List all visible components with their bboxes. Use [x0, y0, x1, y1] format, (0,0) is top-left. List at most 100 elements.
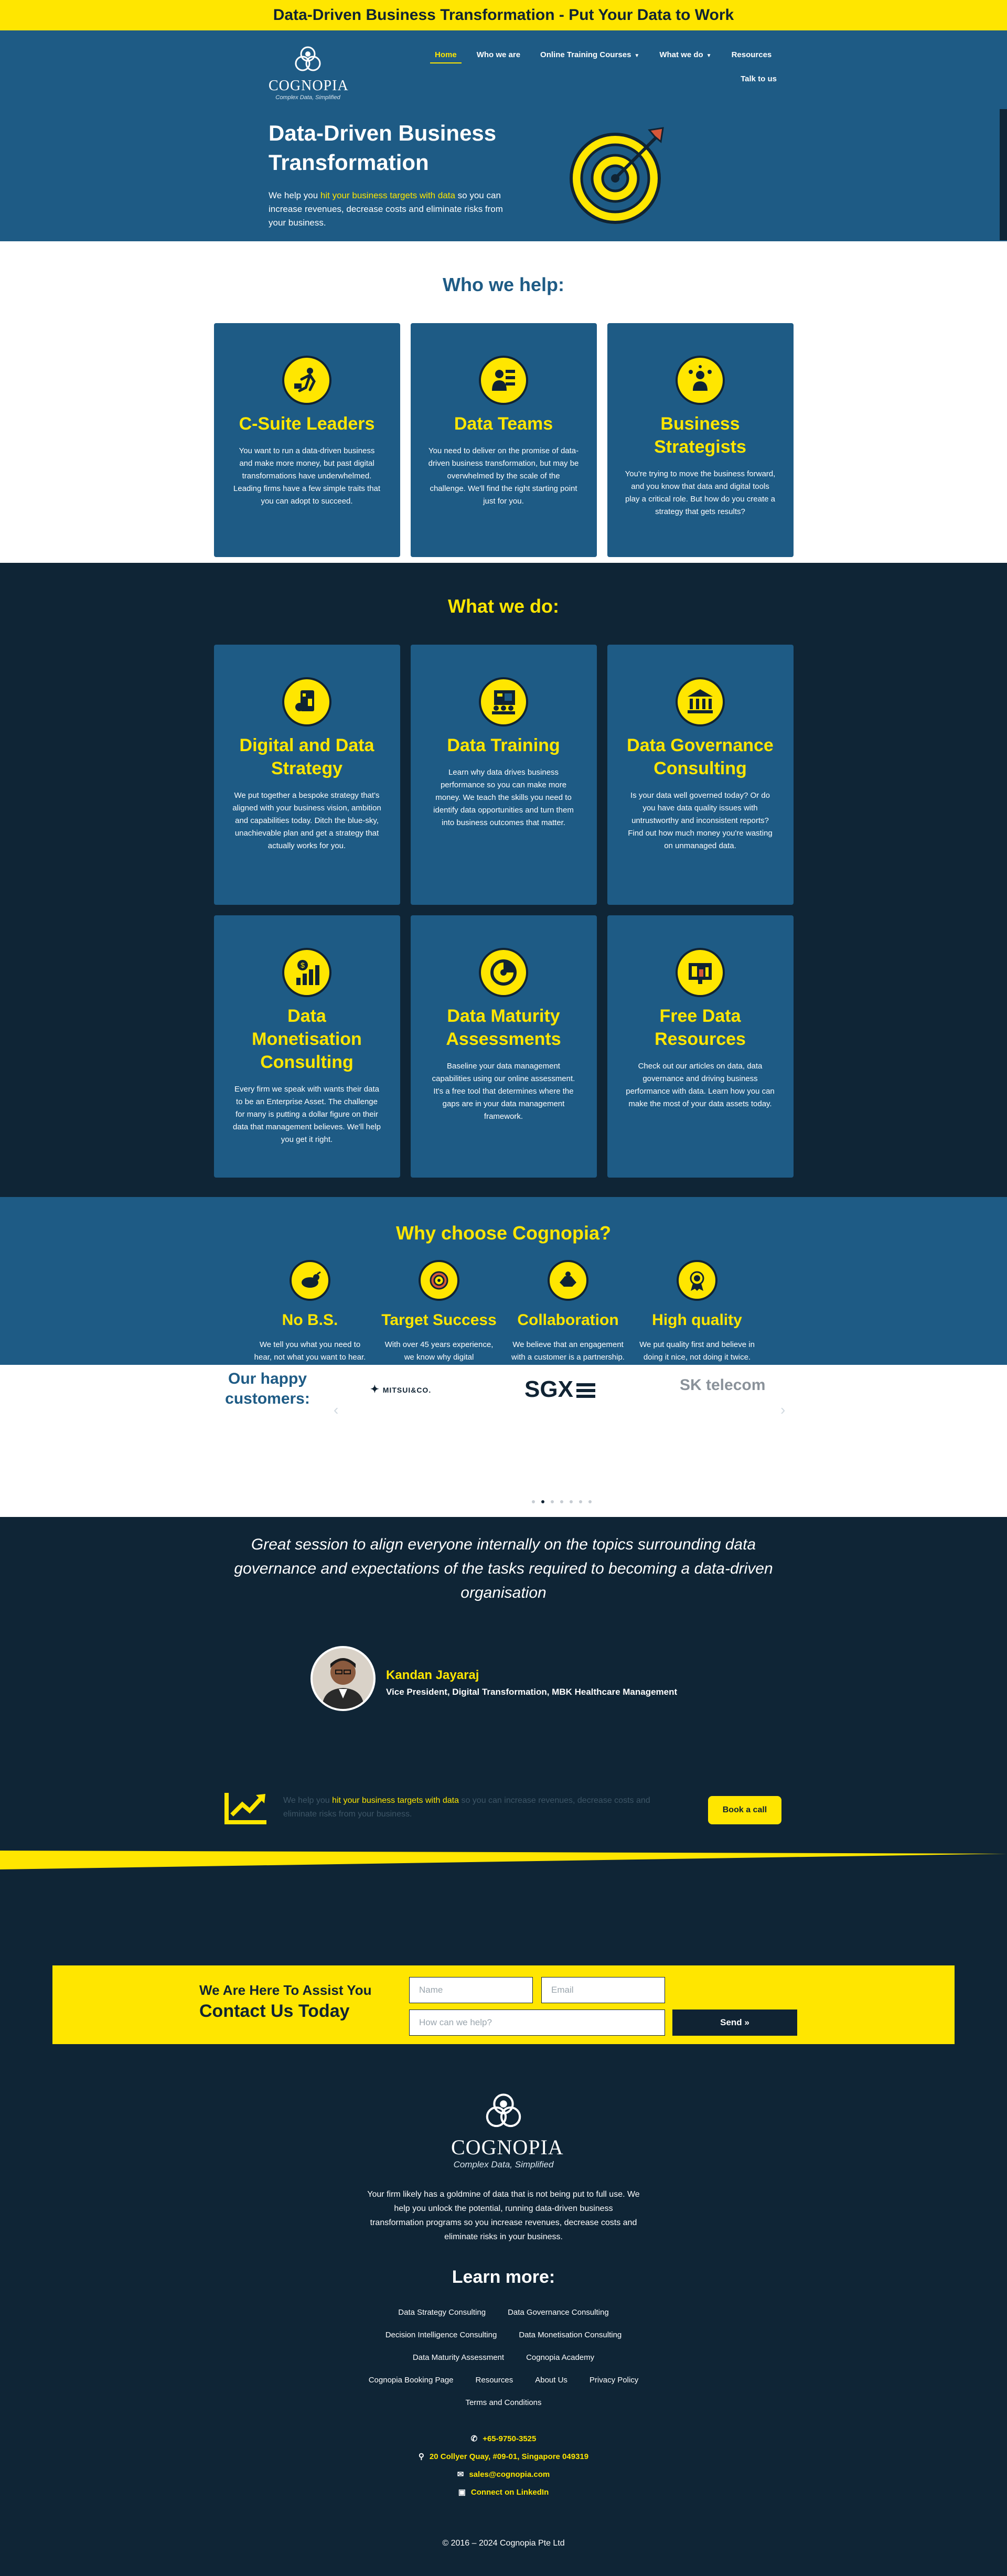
logo-icon [484, 2092, 523, 2132]
strategy-icon [282, 677, 331, 726]
nav-online-training[interactable]: Online Training Courses ▼ [530, 45, 649, 65]
footer-logo[interactable]: COGNOPIA Complex Data, Simplified [451, 2092, 564, 2170]
carousel-dot[interactable] [560, 1500, 563, 1503]
card-data-maturity[interactable]: Data Maturity Assessments Baseline your … [410, 915, 597, 1178]
nav-what-we-do[interactable]: What we do ▼ [649, 45, 721, 65]
target-icon [565, 121, 670, 226]
customer-logo-mitsui: ✦ MITSUI&CO. [370, 1383, 431, 1396]
name-field[interactable]: Name [409, 1977, 533, 2003]
footer-link-data-strategy[interactable]: Data Strategy Consulting [398, 2308, 486, 2317]
testimonial-name: Kandan Jayaraj [386, 1668, 479, 1682]
nav-who-we-are[interactable]: Who we are [467, 45, 530, 65]
mitsui-mark-icon: ✦ [370, 1384, 380, 1395]
nav-talk-to-us[interactable]: Talk to us [731, 69, 787, 89]
phone-icon: ✆ [470, 2434, 478, 2443]
footer-link-academy[interactable]: Cognopia Academy [526, 2353, 594, 2362]
customer-logo-text: MITSUI&CO. [382, 1386, 432, 1394]
main-nav: Home Who we are Online Training Courses ▼… [425, 45, 787, 65]
footer-phone[interactable]: +65-9750-3525 [483, 2434, 536, 2443]
carousel-dot[interactable] [541, 1500, 544, 1503]
footer-about: Your firm likely has a goldmine of data … [367, 2190, 640, 2241]
card-title: Data Monetisation Consulting [252, 1006, 362, 1072]
footer-link-data-maturity[interactable]: Data Maturity Assessment [413, 2353, 504, 2362]
nav-resources[interactable]: Resources [722, 45, 782, 65]
footer-link-data-governance[interactable]: Data Governance Consulting [508, 2308, 609, 2317]
testimonial-role: Vice President, Digital Transformation, … [386, 1687, 678, 1697]
footer-link-booking[interactable]: Cognopia Booking Page [369, 2376, 454, 2385]
location-pin-icon: ⚲ [418, 2452, 424, 2461]
who-cards: C-Suite Leaders You want to run a data-d… [0, 323, 1007, 557]
trending-up-icon [223, 1791, 269, 1825]
card-text: Baseline your data management capabiliti… [432, 1062, 575, 1121]
footer-link-about[interactable]: About Us [535, 2376, 567, 2385]
customer-logo-sgx: SGX [524, 1376, 595, 1403]
card-text: You want to run a data-driven business a… [233, 446, 381, 506]
footer-link-terms[interactable]: Terms and Conditions [465, 2398, 541, 2407]
card-business-strategists[interactable]: Business Strategists You're trying to mo… [607, 323, 794, 557]
card-text: Check out our articles on data, data gov… [626, 1062, 775, 1108]
card-data-governance[interactable]: Data Governance Consulting Is your data … [607, 645, 794, 905]
carousel-dot[interactable] [532, 1500, 535, 1503]
hero-text-highlight: hit your business targets with data [320, 190, 455, 200]
chevron-right-icon[interactable]: › [780, 1402, 785, 1418]
target-icon [419, 1260, 459, 1301]
card-c-suite[interactable]: C-Suite Leaders You want to run a data-d… [213, 323, 400, 557]
card-free-resources[interactable]: Free Data Resources Check out our articl… [607, 915, 794, 1178]
card-digital-data-strategy[interactable]: Digital and Data Strategy We put togethe… [213, 645, 400, 905]
email-field[interactable]: Email [541, 1977, 665, 2003]
learn-more-title: Learn more: [452, 2267, 555, 2287]
card-data-teams[interactable]: Data Teams You need to deliver on the pr… [410, 323, 597, 557]
carousel-dot[interactable] [579, 1500, 582, 1503]
logo-name: COGNOPIA [269, 78, 349, 94]
card-text: You need to deliver on the promise of da… [428, 446, 579, 506]
banner-text: Data-Driven Business Transformation - Pu… [273, 6, 734, 24]
customer-logo-text: SGX [524, 1376, 573, 1402]
cta-text-start: We help you [283, 1796, 333, 1805]
send-button[interactable]: Send » [672, 2010, 797, 2036]
customers-title: Our happy customers: [225, 1370, 310, 1407]
carousel-dot[interactable] [551, 1500, 554, 1503]
resources-icon [676, 948, 725, 997]
footer-linkedin[interactable]: Connect on LinkedIn [471, 2488, 549, 2497]
book-a-call-button[interactable]: Book a call [708, 1796, 781, 1824]
monetisation-icon: $ [282, 948, 331, 997]
contact-subtitle: We Are Here To Assist You [199, 1982, 372, 1998]
footer: COGNOPIA Complex Data, Simplified Your f… [0, 2077, 1007, 2576]
footer-link-privacy[interactable]: Privacy Policy [590, 2376, 638, 2385]
yellow-swoosh-divider [0, 1851, 1007, 1869]
why-choose-section: Why choose Cognopia? No B.S. We tell you… [0, 1197, 1007, 1412]
chevron-left-icon[interactable]: ‹ [334, 1402, 338, 1418]
carousel-dot[interactable] [570, 1500, 573, 1503]
why-title: Target Success [381, 1311, 497, 1329]
avatar [310, 1646, 376, 1711]
strategist-icon [676, 356, 725, 405]
card-text: Is your data well governed today? Or do … [628, 791, 773, 850]
card-title: Data Teams [454, 414, 553, 434]
card-text: Learn why data drives business performan… [433, 768, 574, 827]
footer-links: Data Strategy Consulting Data Governance… [294, 2308, 713, 2421]
footer-link-decision-intelligence[interactable]: Decision Intelligence Consulting [385, 2331, 497, 2339]
maturity-icon [479, 948, 528, 997]
card-data-monetisation[interactable]: $ Data Monetisation Consulting Every fir… [213, 915, 400, 1178]
team-icon [479, 356, 528, 405]
card-data-training[interactable]: Data Training Learn why data drives busi… [410, 645, 597, 905]
nav-home[interactable]: Home [425, 45, 467, 65]
site-logo[interactable]: COGNOPIA Complex Data, Simplified [269, 45, 349, 101]
executive-icon [282, 356, 331, 405]
sgx-bars-icon [576, 1383, 595, 1398]
nav-label: Talk to us [741, 74, 777, 83]
footer-link-resources[interactable]: Resources [476, 2376, 513, 2385]
cta-text-highlight: hit your business targets with data [332, 1796, 459, 1805]
card-text: We put together a bespoke strategy that'… [232, 791, 381, 850]
governance-icon [676, 677, 725, 726]
message-field[interactable]: How can we help? [409, 2010, 665, 2036]
hero-edge-decoration [1000, 109, 1007, 240]
carousel-dot[interactable] [588, 1500, 592, 1503]
footer-email[interactable]: sales@cognopia.com [469, 2470, 550, 2479]
handshake-icon [548, 1260, 588, 1301]
logo-name: COGNOPIA [451, 2135, 564, 2159]
envelope-icon: ✉ [457, 2470, 464, 2479]
footer-link-data-monetisation[interactable]: Data Monetisation Consulting [519, 2331, 622, 2339]
who-we-help-section: Who we help: C-Suite Leaders You want to… [0, 241, 1007, 563]
copyright: © 2016 – 2024 Cognopia Pte Ltd [442, 2539, 565, 2548]
